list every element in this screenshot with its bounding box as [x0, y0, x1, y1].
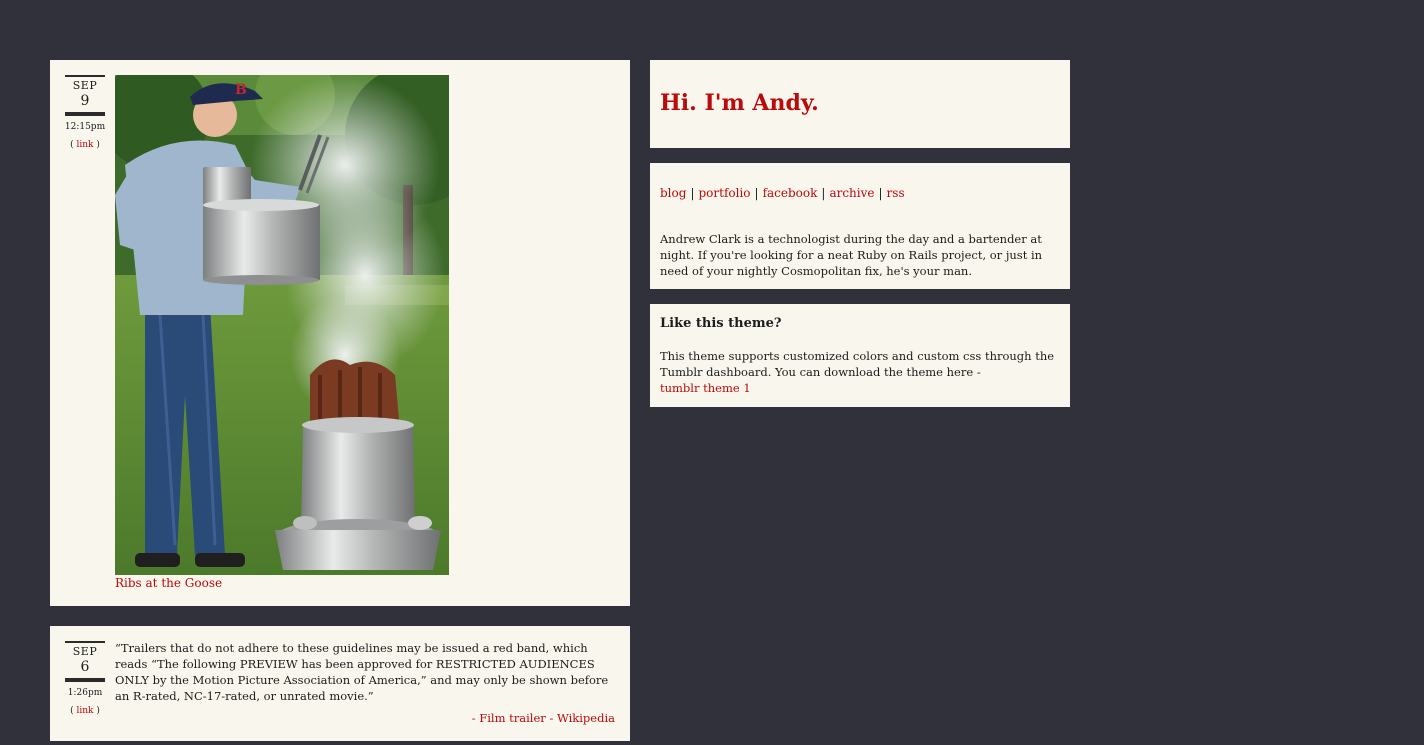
nav-separator: |	[821, 186, 826, 200]
theme-text: This theme supports customized colors an…	[660, 349, 1055, 379]
permalink-close: )	[93, 140, 100, 150]
permalink: ( link )	[65, 705, 105, 717]
date-day: 9	[80, 93, 90, 109]
about-text: Andrew Clark is a technologist during th…	[660, 232, 1043, 278]
nav-portfolio[interactable]: portfolio	[698, 186, 750, 200]
nav-archive[interactable]: archive	[829, 186, 874, 200]
nav-facebook[interactable]: facebook	[763, 186, 818, 200]
nav-rss[interactable]: rss	[887, 186, 905, 200]
quote-post: SEP 6 1:26pm ( link ) “Trailers that do …	[50, 626, 630, 741]
date-month: SEP	[72, 79, 98, 92]
site-header: Hi. I'm Andy.	[650, 60, 1070, 148]
svg-text:B: B	[235, 82, 247, 98]
quote-source-link[interactable]: - Film trailer - Wikipedia	[472, 710, 615, 726]
date-day: 6	[80, 659, 90, 675]
photo-caption-link[interactable]: Ribs at the Goose	[115, 575, 222, 591]
nav-separator: |	[754, 186, 759, 200]
theme-box: Like this theme? This theme supports cus…	[650, 304, 1070, 407]
theme-heading: Like this theme?	[660, 316, 782, 331]
nav-blog[interactable]: blog	[660, 186, 686, 200]
date-month: SEP	[72, 645, 98, 658]
post-time: 1:26pm	[67, 688, 103, 698]
date-block: SEP 9	[65, 75, 105, 116]
site-nav: blog | portfolio | facebook | archive | rss	[660, 185, 905, 201]
theme-description: This theme supports customized colors an…	[660, 348, 1062, 396]
post-date: SEP 9 12:15pm ( link )	[65, 75, 105, 151]
permalink: ( link )	[65, 139, 105, 151]
permalink-close: )	[93, 706, 100, 716]
post-date: SEP 6 1:26pm ( link )	[65, 641, 105, 717]
photo-image: B	[115, 75, 449, 575]
photo-post: SEP 9 12:15pm ( link ) B Ribs at the Goo…	[50, 60, 630, 606]
nav-separator: |	[878, 186, 883, 200]
about-box: blog | portfolio | facebook | archive | rss Andr…	[650, 163, 1070, 289]
date-block: SEP 6	[65, 641, 105, 682]
theme-download-link[interactable]: tumblr theme 1	[660, 381, 751, 395]
post-photo[interactable]: B	[115, 75, 449, 575]
site-title[interactable]: Hi. I'm Andy.	[660, 88, 819, 118]
post-time: 12:15pm	[64, 122, 106, 132]
permalink-link[interactable]: link	[76, 140, 93, 150]
permalink-link[interactable]: link	[76, 706, 93, 716]
quote-text: “Trailers that do not adhere to these gu…	[115, 641, 609, 703]
nav-separator: |	[690, 186, 695, 200]
